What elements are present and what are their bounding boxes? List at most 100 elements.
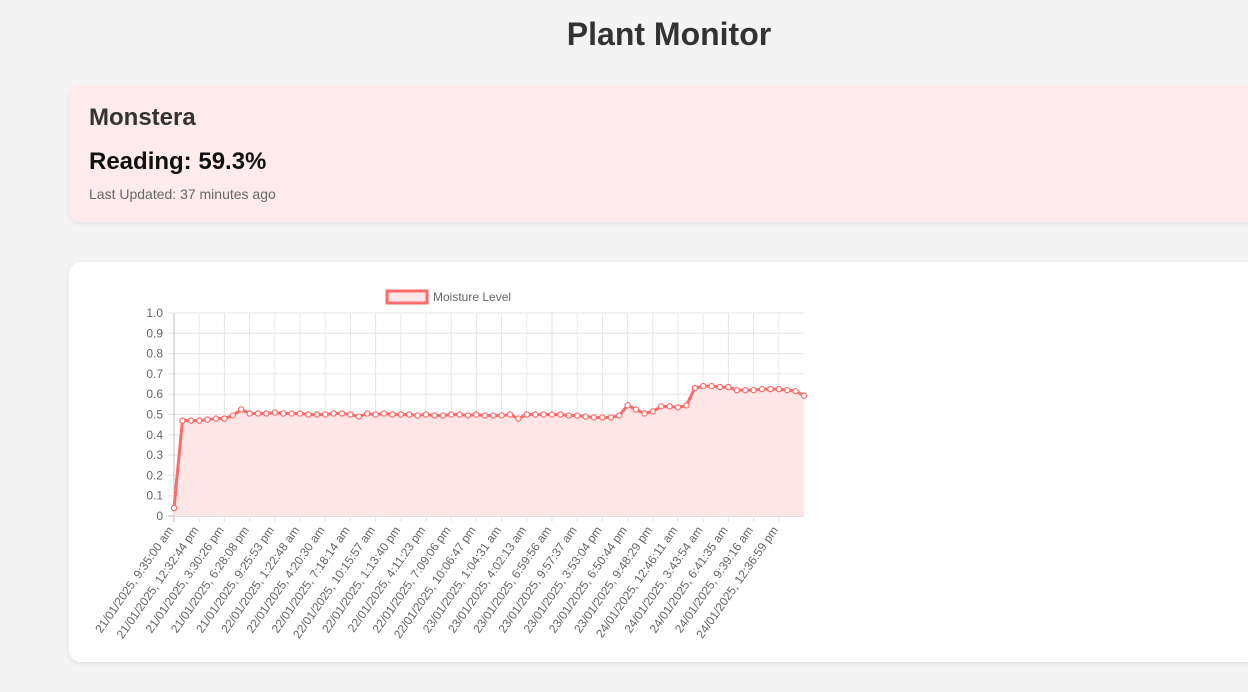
last-updated-label: Last Updated: <box>89 186 177 202</box>
y-tick-label: 0.8 <box>146 347 163 361</box>
data-point[interactable] <box>481 412 488 419</box>
data-point[interactable] <box>347 411 354 418</box>
data-point[interactable] <box>616 412 623 419</box>
data-point[interactable] <box>599 414 606 421</box>
data-point[interactable] <box>439 412 446 419</box>
data-point[interactable] <box>212 415 220 422</box>
data-point[interactable] <box>229 412 236 419</box>
data-point[interactable] <box>414 412 421 419</box>
data-point[interactable] <box>380 410 388 417</box>
reading-value: 59.3% <box>198 148 267 175</box>
data-point[interactable] <box>187 417 195 424</box>
data-point[interactable] <box>179 417 186 424</box>
data-point[interactable] <box>742 386 749 394</box>
legend-swatch <box>385 289 429 305</box>
data-point[interactable] <box>658 403 665 410</box>
y-tick-label: 0.7 <box>146 367 163 381</box>
series-area <box>174 386 804 516</box>
data-point[interactable] <box>305 411 312 418</box>
y-tick-label: 0.4 <box>146 428 163 442</box>
data-point[interactable] <box>221 415 228 422</box>
data-point[interactable] <box>237 406 245 413</box>
data-point[interactable] <box>607 414 615 421</box>
data-point[interactable] <box>397 411 404 418</box>
data-point[interactable] <box>464 412 472 419</box>
data-point[interactable] <box>288 410 295 417</box>
data-point[interactable] <box>515 415 522 422</box>
data-point[interactable] <box>708 382 715 390</box>
data-point[interactable] <box>473 411 480 418</box>
data-point[interactable] <box>792 387 799 395</box>
page-title: Plant Monitor <box>566 16 772 52</box>
data-point[interactable] <box>506 411 514 418</box>
data-point[interactable] <box>523 411 530 418</box>
data-point[interactable] <box>254 410 262 417</box>
data-point[interactable] <box>565 412 572 419</box>
data-point[interactable] <box>389 411 396 418</box>
chart-card: Moisture Level 0 0.1 0.2 0.3 0.4 0.5 0.6 0.7 0.8… <box>69 262 1248 662</box>
data-point[interactable] <box>448 411 455 418</box>
y-axis: 0 0.1 0.2 0.3 0.4 0.5 0.6 0.7 0.8 0.9 1.0 <box>146 306 163 523</box>
data-point[interactable] <box>590 414 598 421</box>
data-point[interactable] <box>490 412 497 419</box>
y-tick-label: 0.1 <box>146 489 163 503</box>
y-tick-label: 0.6 <box>146 387 163 401</box>
data-point[interactable] <box>322 411 329 418</box>
data-point[interactable] <box>422 411 430 418</box>
data-point[interactable] <box>691 384 699 392</box>
data-point[interactable] <box>574 412 581 419</box>
y-tick-label: 0.9 <box>146 326 163 340</box>
data-point[interactable] <box>313 411 320 418</box>
data-point[interactable] <box>767 385 774 393</box>
data-point[interactable] <box>364 410 371 417</box>
data-point[interactable] <box>750 386 757 394</box>
data-point[interactable] <box>263 410 270 417</box>
plant-name: Monstera <box>89 104 196 131</box>
data-point[interactable] <box>271 409 278 416</box>
data-point[interactable] <box>372 411 379 418</box>
data-point[interactable] <box>716 383 724 391</box>
data-point[interactable] <box>170 504 178 512</box>
last-updated-value: 37 minutes ago <box>180 186 276 202</box>
plant-card: Monstera Reading: 59.3% Last Updated: 37… <box>69 85 1248 222</box>
data-point[interactable] <box>733 386 741 394</box>
series-moisture-level <box>170 382 808 516</box>
data-point[interactable] <box>758 385 766 393</box>
data-point[interactable] <box>246 410 253 417</box>
data-point[interactable] <box>800 392 808 399</box>
data-point[interactable] <box>204 416 211 423</box>
y-tick-label: 0.5 <box>146 408 163 422</box>
data-point[interactable] <box>700 382 707 390</box>
data-point[interactable] <box>666 403 673 410</box>
data-point[interactable] <box>775 385 783 393</box>
data-point[interactable] <box>784 386 791 394</box>
data-point[interactable] <box>683 402 690 409</box>
reading-line: Reading: 59.3% <box>89 148 266 176</box>
data-point[interactable] <box>279 410 287 417</box>
data-point[interactable] <box>557 411 564 418</box>
chart-legend[interactable]: Moisture Level <box>385 289 511 305</box>
data-point[interactable] <box>296 410 304 417</box>
last-updated: Last Updated: 37 minutes ago <box>89 186 276 202</box>
data-point[interactable] <box>330 410 337 417</box>
data-point[interactable] <box>498 412 505 419</box>
data-point[interactable] <box>338 410 346 417</box>
data-point[interactable] <box>725 383 732 391</box>
data-point[interactable] <box>641 410 648 417</box>
data-point[interactable] <box>406 411 413 418</box>
data-point[interactable] <box>532 411 539 418</box>
data-point[interactable] <box>624 402 631 409</box>
data-point[interactable] <box>456 411 463 418</box>
data-point[interactable] <box>632 406 640 413</box>
y-tick-label: 0.2 <box>146 468 163 482</box>
data-point[interactable] <box>195 417 203 424</box>
data-point[interactable] <box>674 404 682 411</box>
data-point[interactable] <box>582 413 589 420</box>
y-tick-label: 1.0 <box>146 306 163 320</box>
data-point[interactable] <box>431 412 438 419</box>
data-point[interactable] <box>540 411 547 418</box>
data-point[interactable] <box>548 411 556 418</box>
data-point[interactable] <box>649 408 657 415</box>
moisture-chart: Moisture Level 0 0.1 0.2 0.3 0.4 0.5 0.6 0.7 0.8… <box>92 289 808 641</box>
data-point[interactable] <box>355 413 362 420</box>
